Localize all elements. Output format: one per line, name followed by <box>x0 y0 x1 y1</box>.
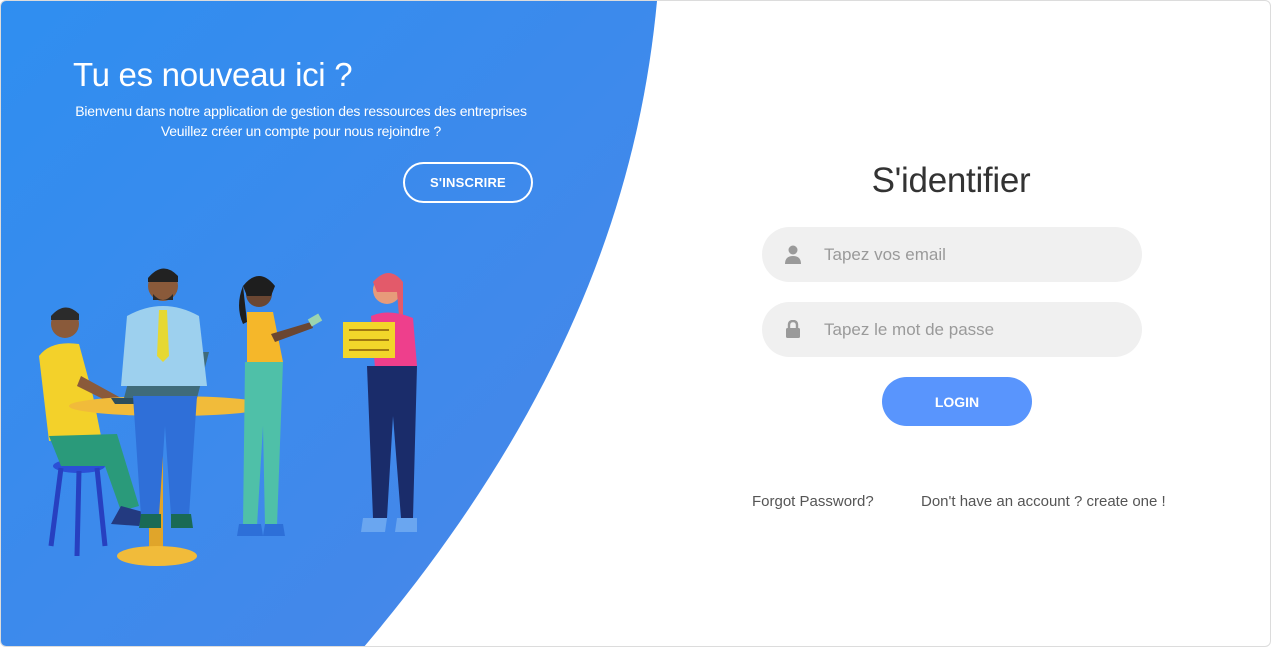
forgot-password-link[interactable]: Forgot Password? <box>752 493 874 510</box>
login-button[interactable]: LOGIN <box>882 377 1032 426</box>
user-icon <box>762 245 824 265</box>
stool-graphic <box>48 459 108 557</box>
create-account-link[interactable]: Don't have an account ? create one ! <box>921 493 1166 510</box>
login-title: S'identifier <box>871 161 1031 200</box>
lock-icon <box>762 320 824 339</box>
panel-title: Tu es nouveau ici ? <box>73 56 353 93</box>
login-page: Tu es nouveau ici ? Bienvenu dans notre … <box>0 0 1271 647</box>
password-input[interactable] <box>824 309 1114 350</box>
person-standing-woman-yellow <box>237 276 323 536</box>
password-field[interactable] <box>762 302 1142 357</box>
email-input[interactable] <box>824 234 1114 275</box>
person-standing-woman-pink <box>343 273 417 532</box>
person-standing-man <box>121 268 207 528</box>
panel-description: Bienvenu dans notre application de gesti… <box>75 103 527 139</box>
signup-button[interactable]: S'INSCRIRE <box>403 162 533 203</box>
email-field[interactable] <box>762 227 1142 282</box>
team-illustration <box>39 268 417 566</box>
